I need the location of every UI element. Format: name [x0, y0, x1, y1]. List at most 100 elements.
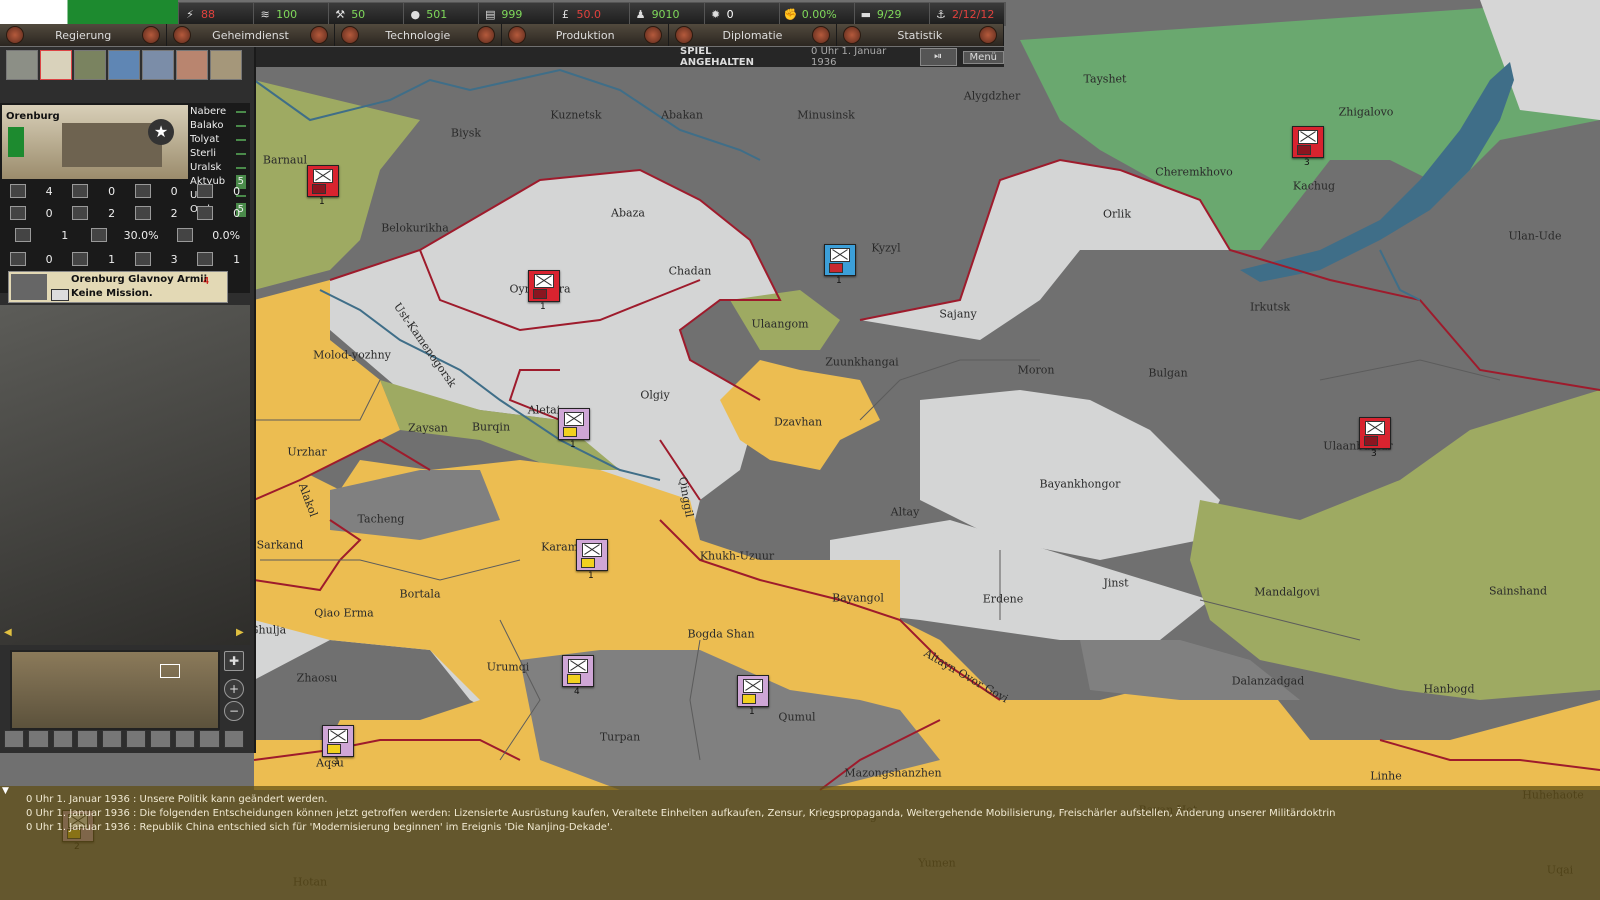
main-menu-bar: Regierung Geheimdienst Technologie Produ…: [0, 24, 1004, 46]
neighbour-item[interactable]: Nabere: [190, 105, 250, 119]
army-counter[interactable]: 1: [737, 675, 769, 717]
view-political-button[interactable]: [40, 50, 72, 80]
map-mode-icons: [4, 730, 245, 748]
mapmode-icon[interactable]: [126, 730, 147, 748]
province-flag: [8, 127, 24, 157]
background-photo: [0, 305, 250, 645]
province-label: Qumul: [778, 710, 816, 724]
cog-icon: [507, 26, 526, 44]
resource-manpower[interactable]: ♟ 9010: [630, 3, 705, 25]
menu-geheimdienst[interactable]: Geheimdienst: [167, 24, 335, 46]
message-log[interactable]: ▼ 0 Uhr 1. Januar 1936 : Unsere Politik …: [0, 786, 1600, 900]
province-label: Alygdzher: [963, 89, 1021, 103]
resource-transport[interactable]: ▬ 9/29: [855, 3, 930, 25]
metal-icon: ≋: [260, 7, 270, 21]
army-counter[interactable]: 1: [576, 539, 608, 581]
army-counter[interactable]: 1: [307, 165, 339, 207]
menu-button[interactable]: Menü: [962, 50, 1005, 64]
army-counter[interactable]: 3: [1359, 417, 1391, 459]
cog-icon: [476, 26, 495, 44]
resource-metal[interactable]: ≋ 100: [254, 3, 330, 25]
province-label: Qiao Erma: [314, 606, 374, 620]
neighbour-item[interactable]: Balako: [190, 119, 250, 133]
zoom-out-icon[interactable]: −: [224, 701, 244, 721]
province-label: Zaysan: [408, 421, 448, 435]
view-terrain-button[interactable]: [6, 50, 38, 80]
army-counter[interactable]: 1: [528, 270, 560, 312]
unit-count: 1: [334, 757, 340, 767]
menu-diplomatie[interactable]: Diplomatie: [669, 24, 837, 46]
manpower-icon: ♟: [635, 7, 646, 21]
log-line: 0 Uhr 1. Januar 1936 : Unsere Politik ka…: [26, 794, 328, 805]
army-counter[interactable]: 3: [1292, 126, 1324, 168]
province-label: Olgiy: [640, 388, 670, 402]
mapmode-icon[interactable]: [101, 730, 123, 748]
unit-flag-icon: [567, 674, 581, 684]
game-status-bar: SPIEL ANGEHALTEN 0 Uhr 1. Januar 1936 ⏯ …: [256, 46, 1005, 68]
mapmode-icon[interactable]: [223, 730, 245, 748]
province-stats-row: 4 0 0 0: [0, 181, 250, 201]
unit-count: 1: [540, 302, 546, 312]
unit-flag-icon: [829, 263, 843, 273]
province-label: Hanbogd: [1423, 682, 1475, 696]
province-label: Zhigalovo: [1338, 105, 1394, 119]
play-pause-button[interactable]: ⏯: [919, 48, 957, 66]
view-supply-button[interactable]: [176, 50, 208, 80]
army-counter[interactable]: 4: [562, 655, 594, 697]
province-label: Bayankhongor: [1039, 477, 1121, 491]
province-label: Altay: [890, 505, 920, 519]
rocket-icon: [134, 184, 151, 198]
dissent-icon: ✊: [783, 7, 798, 21]
mapmode-icon[interactable]: [4, 730, 25, 748]
menu-regierung[interactable]: Regierung: [0, 24, 168, 46]
cog-icon: [173, 26, 192, 44]
mapmode-icon[interactable]: [52, 730, 74, 748]
menu-technologie[interactable]: Technologie: [335, 24, 502, 46]
army-counter[interactable]: 1: [322, 725, 354, 767]
resource-energy[interactable]: ⚡ 88: [179, 3, 255, 25]
resource-money[interactable]: £50.0: [554, 3, 630, 25]
zoom-center-button[interactable]: ✚: [224, 651, 244, 671]
mapmode-icon[interactable]: [28, 730, 49, 748]
mapmode-icon[interactable]: [174, 730, 196, 748]
neighbour-item[interactable]: Uralsk: [190, 161, 250, 175]
resource-value: 999: [501, 7, 523, 21]
cog-icon: [978, 26, 997, 44]
menu-statistik[interactable]: Statistik: [837, 24, 1004, 46]
mapmode-icon[interactable]: [199, 730, 220, 748]
minimap-viewport[interactable]: [160, 664, 180, 678]
nation-flag[interactable]: [0, 0, 178, 24]
log-collapse-icon[interactable]: ▼: [2, 786, 9, 796]
view-land-button[interactable]: [74, 50, 106, 80]
infrastructure-icon: [9, 184, 26, 198]
army-counter[interactable]: 1: [558, 408, 590, 450]
scroll-right-arrow[interactable]: ▶: [236, 627, 244, 638]
resource-nuclear[interactable]: ✹ 0: [705, 3, 780, 25]
view-air-button[interactable]: [108, 50, 140, 80]
resource-dissent[interactable]: ✊ 0.00%: [780, 3, 855, 25]
resource-oil[interactable]: ● 501: [404, 3, 480, 25]
neighbour-item[interactable]: Sterli: [190, 147, 250, 161]
zoom-in-icon[interactable]: +: [224, 679, 244, 699]
province-label: Tacheng: [357, 512, 405, 526]
mapmode-icon[interactable]: [150, 730, 171, 748]
minimap[interactable]: [10, 650, 220, 730]
rare-materials-icon: ⚒: [335, 7, 346, 21]
province-info: Orenburg ★ Nabere Balako Tolyat Sterli U…: [0, 103, 250, 293]
province-label: Moron: [1017, 363, 1055, 377]
convoy-icon: ⚓: [936, 7, 946, 21]
scroll-left-arrow[interactable]: ◀: [4, 627, 12, 638]
neighbour-item[interactable]: Tolyat: [190, 133, 250, 147]
menu-produktion[interactable]: Produktion: [502, 24, 670, 46]
coastal-fort-icon: [197, 206, 214, 220]
unit-entry[interactable]: Orenburg Glavnoy Armii 4 Keine Mission.: [8, 271, 228, 303]
mapmode-icon[interactable]: [77, 730, 98, 748]
view-naval-button[interactable]: [142, 50, 174, 80]
resource-supplies[interactable]: ▤ 999: [479, 3, 555, 25]
airbase-icon: [197, 184, 214, 198]
resource-rare[interactable]: ⚒ 50: [329, 3, 405, 25]
unit-count: 3: [1304, 158, 1310, 168]
resource-convoy[interactable]: ⚓ 2/12/12: [930, 3, 1006, 25]
view-resource-button[interactable]: [210, 50, 242, 80]
army-counter[interactable]: 1: [824, 244, 856, 286]
